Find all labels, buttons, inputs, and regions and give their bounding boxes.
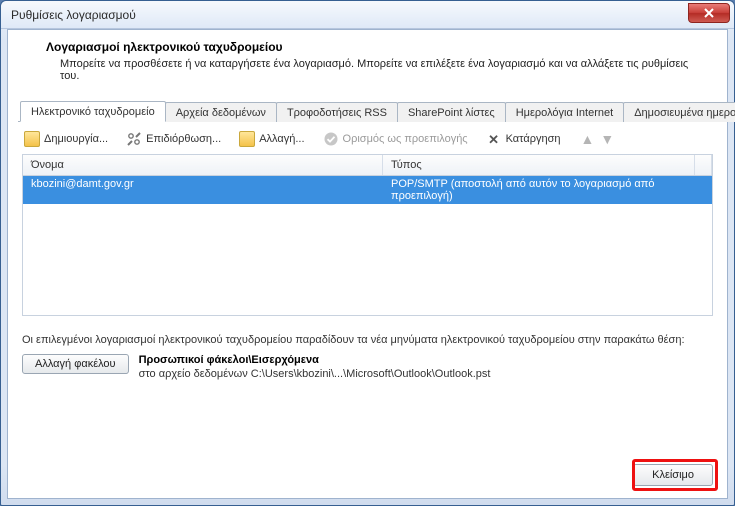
accounts-list-header: Όνομα Τύπος: [22, 154, 713, 176]
window-title: Ρυθμίσεις λογαριασμού: [7, 8, 136, 22]
toolbar-change-label: Αλλαγή...: [259, 133, 304, 145]
accounts-list[interactable]: kbozini@damt.gov.gr POP/SMTP (αποστολή α…: [22, 176, 713, 316]
col-header-type[interactable]: Τύπος: [383, 155, 695, 175]
tab-internet-calendars[interactable]: Ημερολόγια Internet: [505, 102, 624, 122]
repair-icon: [126, 131, 142, 147]
move-down-icon[interactable]: ▼: [600, 132, 614, 146]
close-icon: [704, 8, 714, 18]
move-up-icon[interactable]: ▲: [581, 132, 595, 146]
account-row-name: kbozini@damt.gov.gr: [23, 176, 383, 204]
account-row[interactable]: kbozini@damt.gov.gr POP/SMTP (αποστολή α…: [23, 176, 712, 204]
tab-sharepoint[interactable]: SharePoint λίστες: [397, 102, 506, 122]
toolbar-move-group: ▲ ▼: [581, 132, 615, 146]
account-row-type: POP/SMTP (αποστολή από αυτόν το λογαριασ…: [383, 176, 712, 204]
check-circle-icon: [323, 131, 339, 147]
window-close-button[interactable]: [688, 3, 730, 23]
tab-data-files[interactable]: Αρχεία δεδομένων: [165, 102, 277, 122]
folder-info: Προσωπικοί φάκελοι\Εισερχόμενα στο αρχεί…: [139, 354, 491, 380]
toolbar: Δημιουργία... Επιδιόρθωση... Αλλαγή... Ο…: [8, 122, 727, 154]
toolbar-remove-label: Κατάργηση: [506, 133, 561, 145]
toolbar-new-label: Δημιουργία...: [44, 133, 108, 145]
dialog-header-subtitle: Μπορείτε να προσθέσετε ή να καταργήσετε …: [32, 58, 703, 82]
dialog-header-title: Λογαριασμοί ηλεκτρονικού ταχυδρομείου: [32, 40, 703, 54]
toolbar-repair-label: Επιδιόρθωση...: [146, 133, 221, 145]
folder-row: Αλλαγή φακέλου Προσωπικοί φάκελοι\Εισερχ…: [22, 354, 713, 380]
col-header-spacer: [695, 155, 712, 175]
change-folder-button[interactable]: Αλλαγή φακέλου: [22, 354, 129, 374]
tab-rss[interactable]: Τροφοδοτήσεις RSS: [276, 102, 398, 122]
close-button[interactable]: Κλείσιμο: [633, 464, 713, 486]
change-icon: [239, 131, 255, 147]
toolbar-set-default-label: Ορισμός ως προεπιλογής: [343, 133, 468, 145]
dialog-footer: Κλείσιμο: [633, 464, 713, 486]
toolbar-change-button[interactable]: Αλλαγή...: [237, 130, 306, 148]
toolbar-remove-button[interactable]: ✕ Κατάργηση: [484, 130, 563, 148]
titlebar[interactable]: Ρυθμίσεις λογαριασμού: [1, 1, 734, 29]
toolbar-set-default-button: Ορισμός ως προεπιλογής: [321, 130, 470, 148]
toolbar-repair-button[interactable]: Επιδιόρθωση...: [124, 130, 223, 148]
folder-title: Προσωπικοί φάκελοι\Εισερχόμενα: [139, 354, 319, 366]
delivery-note: Οι επιλεγμένοι λογαριασμοί ηλεκτρονικού …: [22, 334, 713, 346]
tab-email[interactable]: Ηλεκτρονικό ταχυδρομείο: [20, 101, 166, 122]
folder-path: στο αρχείο δεδομένων C:\Users\kbozini\..…: [139, 368, 491, 380]
tabstrip: Ηλεκτρονικό ταχυδρομείο Αρχεία δεδομένων…: [18, 98, 717, 122]
col-header-name[interactable]: Όνομα: [23, 155, 383, 175]
dialog-header: Λογαριασμοί ηλεκτρονικού ταχυδρομείου Μπ…: [8, 30, 727, 98]
toolbar-new-button[interactable]: Δημιουργία...: [22, 130, 110, 148]
remove-icon: ✕: [486, 131, 502, 147]
client-area: Λογαριασμοί ηλεκτρονικού ταχυδρομείου Μπ…: [7, 29, 728, 499]
tab-published-calendars[interactable]: Δημοσιευμένα ημερολόγ: [623, 102, 735, 122]
new-mail-icon: [24, 131, 40, 147]
account-settings-window: Ρυθμίσεις λογαριασμού Λογαριασμοί ηλεκτρ…: [0, 0, 735, 506]
